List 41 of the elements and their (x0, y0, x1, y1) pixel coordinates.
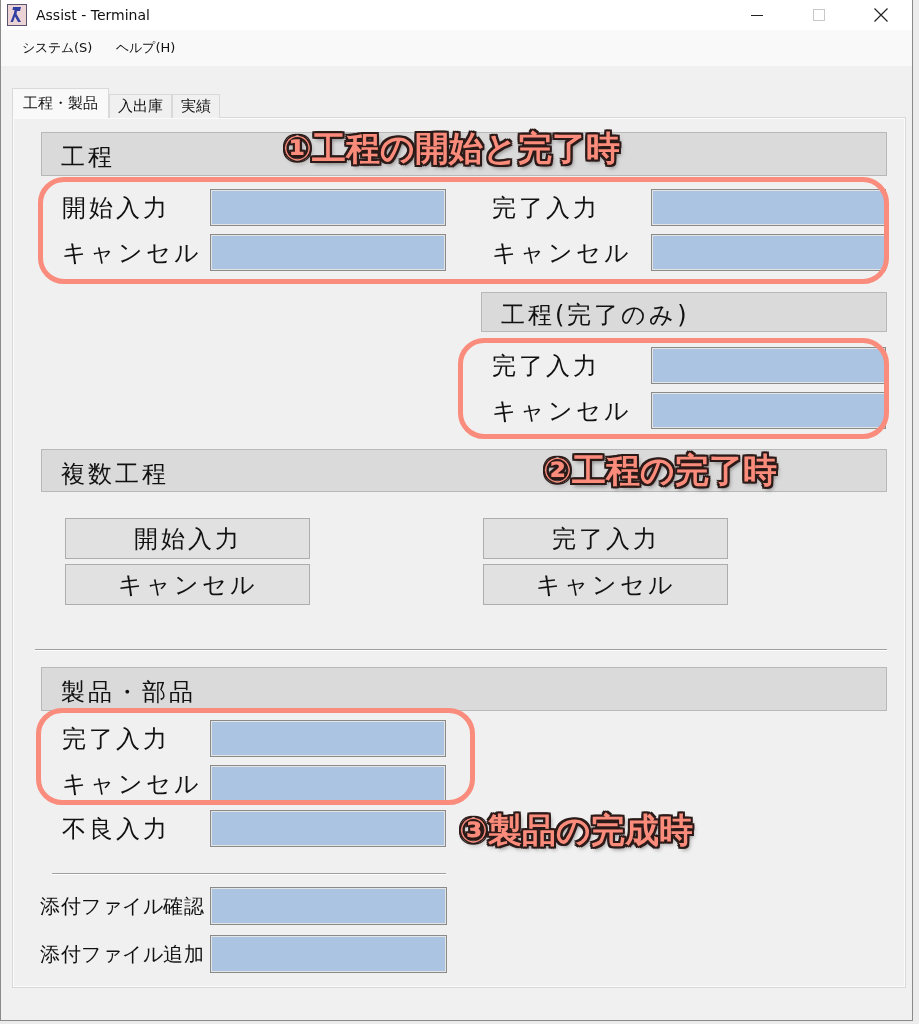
field-label: 添付ファイル確認 (40, 893, 205, 920)
input-field[interactable] (651, 189, 886, 226)
field-label: 添付ファイル追加 (40, 941, 205, 968)
field-label: 完了入力 (62, 723, 171, 754)
tab[interactable]: 工程・製品 (12, 88, 109, 118)
input-field[interactable] (210, 234, 446, 271)
figure-logo-icon (7, 4, 27, 26)
section-header: 製品・部品 (41, 667, 887, 711)
field-label: 開始入力 (62, 192, 171, 223)
action-button[interactable]: 完了入力 (483, 518, 728, 559)
field-label: 完了入力 (492, 192, 601, 223)
input-field[interactable] (651, 234, 886, 271)
input-field[interactable] (651, 392, 886, 429)
input-field[interactable] (210, 765, 446, 802)
action-button[interactable]: キャンセル (483, 564, 728, 605)
callout-label: ③製品の完成時 (459, 813, 693, 847)
field-label: キャンセル (492, 395, 633, 426)
input-field[interactable] (210, 935, 447, 973)
callout-label: ②工程の完了時 (543, 453, 777, 487)
input-field[interactable] (210, 810, 446, 847)
field-label: キャンセル (62, 768, 203, 799)
window-title: Assist - Terminal (36, 7, 150, 23)
menu-item[interactable]: ヘルプ(H) (104, 39, 188, 57)
field-label: 完了入力 (492, 350, 601, 381)
input-field[interactable] (651, 347, 886, 384)
input-field[interactable] (210, 887, 447, 925)
field-label: 不良入力 (62, 813, 171, 844)
section-header: 工程(完了のみ) (481, 292, 887, 332)
tab[interactable]: 入出庫 (109, 94, 172, 118)
tab[interactable]: 実績 (172, 94, 220, 118)
menu-item[interactable]: システム(S) (10, 39, 105, 57)
input-field[interactable] (210, 720, 446, 757)
field-label: キャンセル (62, 237, 203, 268)
minimize-icon (751, 14, 763, 16)
action-button[interactable]: 開始入力 (65, 518, 310, 559)
action-button[interactable]: キャンセル (65, 564, 310, 605)
input-field[interactable] (210, 189, 446, 226)
field-label: キャンセル (492, 237, 633, 268)
close-icon (874, 8, 888, 22)
callout-label: ①工程の開始と完了時 (283, 131, 620, 165)
maximize-icon (813, 9, 825, 21)
